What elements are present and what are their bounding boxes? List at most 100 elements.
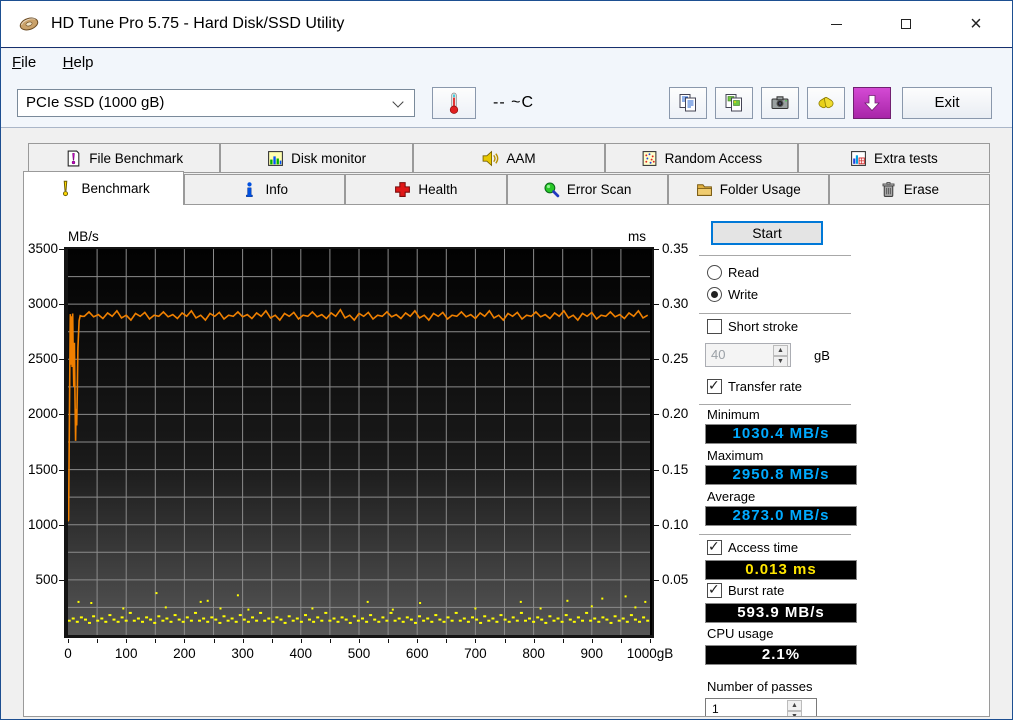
maximum-value: 2950.8 MB/s [705, 465, 857, 485]
tab-label: Extra tests [873, 150, 938, 166]
tab-strip-top: File Benchmark Disk monitor AAM Random A… [28, 143, 991, 173]
extra-tests-icon [850, 150, 867, 167]
minimize-icon [830, 23, 842, 25]
y2-axis-tick [654, 249, 659, 250]
short-stroke-row[interactable]: Short stroke [707, 319, 798, 334]
burst-rate-checkbox[interactable]: ✓ [707, 581, 722, 598]
copy-image-button[interactable] [715, 87, 753, 119]
check-icon: ✓ [708, 377, 720, 393]
x-axis-tick-label: 700 [464, 646, 487, 661]
tab-label: Health [418, 182, 458, 197]
minimize-button[interactable] [813, 1, 859, 47]
drive-select-dropdown[interactable]: PCIe SSD (1000 gB) [17, 89, 415, 117]
exit-button[interactable]: Exit [902, 87, 992, 119]
x-axis-tick [592, 639, 593, 643]
download-arrow-icon [862, 93, 882, 113]
benchmark-chart [64, 247, 654, 638]
y-axis-tick-label: 500 [35, 571, 58, 587]
benchmark-exclamation-icon [57, 180, 74, 197]
app-window: HD Tune Pro 5.75 - Hard Disk/SSD Utility… [0, 0, 1013, 720]
y-axis-unit-label: MB/s [68, 229, 99, 244]
y2-axis-tick [654, 414, 659, 416]
file-benchmark-icon [65, 150, 82, 167]
x-axis-tick-label: 800 [522, 646, 545, 661]
burst-rate-label: Burst rate [728, 583, 785, 598]
health-cross-icon [394, 181, 411, 198]
tab-aam[interactable]: AAM [412, 143, 606, 173]
y-axis-tick-label: 2500 [27, 351, 58, 367]
divider [699, 313, 851, 314]
copy-text-button[interactable] [669, 87, 707, 119]
transfer-rate-row[interactable]: ✓ Transfer rate [707, 377, 802, 394]
x-axis-tick [68, 639, 69, 643]
spinner-arrows[interactable]: ▲ ▼ [787, 700, 802, 716]
tab-label: Info [265, 182, 289, 197]
close-button[interactable]: × [953, 1, 999, 47]
short-stroke-checkbox[interactable] [707, 319, 722, 334]
read-radio[interactable] [707, 265, 722, 280]
menu-file[interactable]: File [1, 49, 47, 76]
tab-erase[interactable]: Erase [828, 174, 991, 205]
info-icon [241, 181, 258, 198]
access-time-checkbox[interactable]: ✓ [707, 538, 722, 555]
write-radio[interactable] [707, 287, 722, 302]
write-radio-row[interactable]: Write [707, 287, 758, 302]
disk-monitor-icon [267, 150, 284, 167]
x-axis-tick-label: 1000gB [626, 646, 674, 661]
x-axis-tick [388, 639, 389, 643]
temperature-button[interactable] [432, 87, 476, 119]
y-axis-tick [59, 469, 64, 471]
passes-spinner[interactable]: 1 ▲ ▼ [705, 698, 817, 716]
y2-axis-tick-label: 0.15 [662, 461, 689, 477]
start-button[interactable]: Start [711, 221, 823, 245]
save-results-button[interactable] [853, 87, 891, 119]
tab-label: Random Access [664, 150, 763, 166]
y-axis-tick-label: 1000 [27, 516, 58, 532]
speaker-icon [482, 150, 499, 167]
tab-folder-usage[interactable]: Folder Usage [667, 174, 829, 205]
tab-extra-tests[interactable]: Extra tests [797, 143, 991, 173]
spin-down-icon[interactable]: ▼ [773, 356, 788, 367]
spinner-arrows[interactable]: ▲ ▼ [773, 345, 788, 367]
spin-up-icon[interactable]: ▲ [787, 700, 802, 711]
y-axis-tick-label: 2000 [27, 406, 58, 422]
tab-file-benchmark[interactable]: File Benchmark [28, 143, 221, 173]
access-time-row[interactable]: ✓ Access time [707, 538, 798, 555]
y2-axis-tick [654, 524, 659, 526]
tab-label: Error Scan [566, 182, 632, 197]
average-value: 2873.0 MB/s [705, 506, 857, 526]
read-radio-row[interactable]: Read [707, 265, 759, 280]
copy-text-icon [678, 93, 698, 113]
transfer-rate-label: Transfer rate [728, 379, 802, 394]
x-axis-tick [505, 639, 506, 643]
burst-rate-row[interactable]: ✓ Burst rate [707, 581, 785, 598]
spin-down-icon[interactable]: ▼ [787, 711, 802, 716]
tab-benchmark[interactable]: Benchmark [23, 171, 185, 205]
x-axis-tick-label: 0 [64, 646, 72, 661]
tab-disk-monitor[interactable]: Disk monitor [220, 143, 413, 173]
spin-up-icon[interactable]: ▲ [773, 345, 788, 356]
screenshot-button[interactable] [761, 87, 799, 119]
donate-button[interactable] [807, 87, 845, 119]
tab-info[interactable]: Info [184, 174, 346, 205]
passes-label: Number of passes [707, 679, 813, 694]
y-axis-tick [59, 304, 64, 306]
short-stroke-size-value: 40 [711, 347, 726, 362]
tab-random-access[interactable]: Random Access [605, 143, 798, 173]
transfer-rate-checkbox[interactable]: ✓ [707, 377, 722, 394]
y2-axis-tick [654, 579, 659, 581]
app-disk-icon [18, 13, 40, 35]
close-icon: × [970, 13, 982, 35]
tab-error-scan[interactable]: Error Scan [506, 174, 668, 205]
tab-label: Disk monitor [291, 150, 367, 166]
y2-axis-tick-label: 0.35 [662, 241, 689, 256]
maximize-button[interactable] [883, 1, 929, 47]
x-axis-tick [126, 639, 127, 643]
tab-label: AAM [506, 150, 536, 166]
y-axis-tick-label: 3000 [27, 296, 58, 312]
menu-help[interactable]: Help [52, 49, 105, 76]
short-stroke-size-spinner[interactable]: 40 ▲ ▼ [705, 343, 791, 367]
x-axis-tick [417, 639, 418, 643]
x-axis-tick [272, 639, 273, 643]
tab-health[interactable]: Health [345, 174, 507, 205]
